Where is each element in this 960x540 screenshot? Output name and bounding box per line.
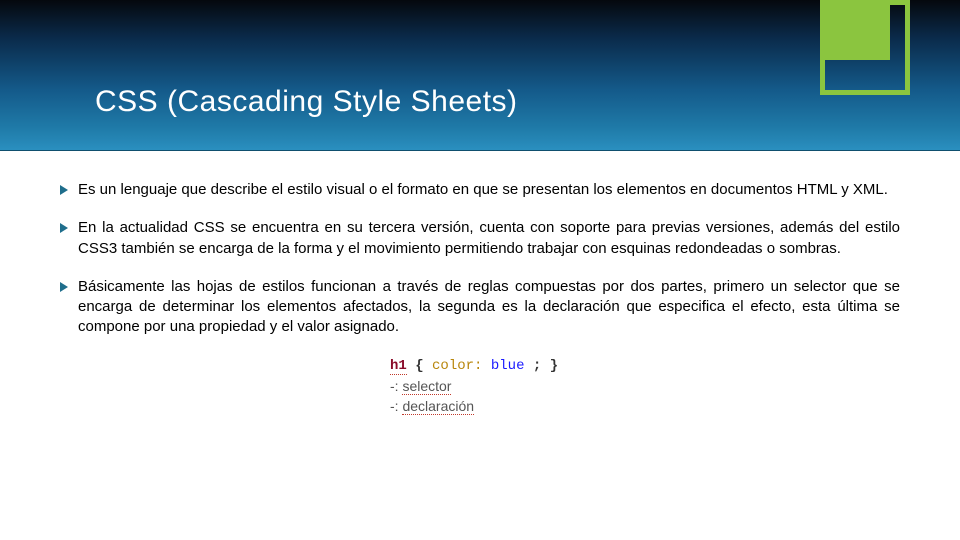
legend-prefix: -: [390, 378, 402, 394]
code-rule-line: h1 { color: blue ; } [390, 356, 570, 376]
bullet-list: Es un lenguaje que describe el estilo vi… [60, 180, 900, 338]
code-selector: h1 [390, 358, 407, 375]
page-title: CSS (Cascading Style Sheets) [95, 85, 518, 119]
code-brace-open: { [415, 358, 423, 374]
decorative-green-frame [820, 0, 910, 5]
decorative-green-frame [820, 0, 825, 95]
code-semicolon: ; [533, 358, 541, 374]
decorative-green-frame [905, 0, 910, 95]
list-item: En la actualidad CSS se encuentra en su … [60, 218, 900, 259]
code-value: blue [491, 358, 525, 374]
list-item: Básicamente las hojas de estilos funcion… [60, 277, 900, 338]
content-area: Es un lenguaje que describe el estilo vi… [0, 150, 960, 416]
css-rule-example: h1 { color: blue ; } -: selector -: decl… [390, 356, 570, 417]
list-item: Es un lenguaje que describe el estilo vi… [60, 180, 900, 200]
legend-declaration: -: declaración [390, 396, 570, 416]
code-property: color: [432, 358, 482, 374]
legend-selector: -: selector [390, 376, 570, 396]
decorative-green-block [820, 0, 890, 60]
legend-prefix: -: [390, 398, 402, 414]
legend-word: declaración [402, 398, 474, 415]
decorative-green-frame [820, 90, 910, 95]
legend-word: selector [402, 378, 451, 395]
title-header-band: CSS (Cascading Style Sheets) [0, 0, 960, 150]
code-brace-close: } [550, 358, 558, 374]
